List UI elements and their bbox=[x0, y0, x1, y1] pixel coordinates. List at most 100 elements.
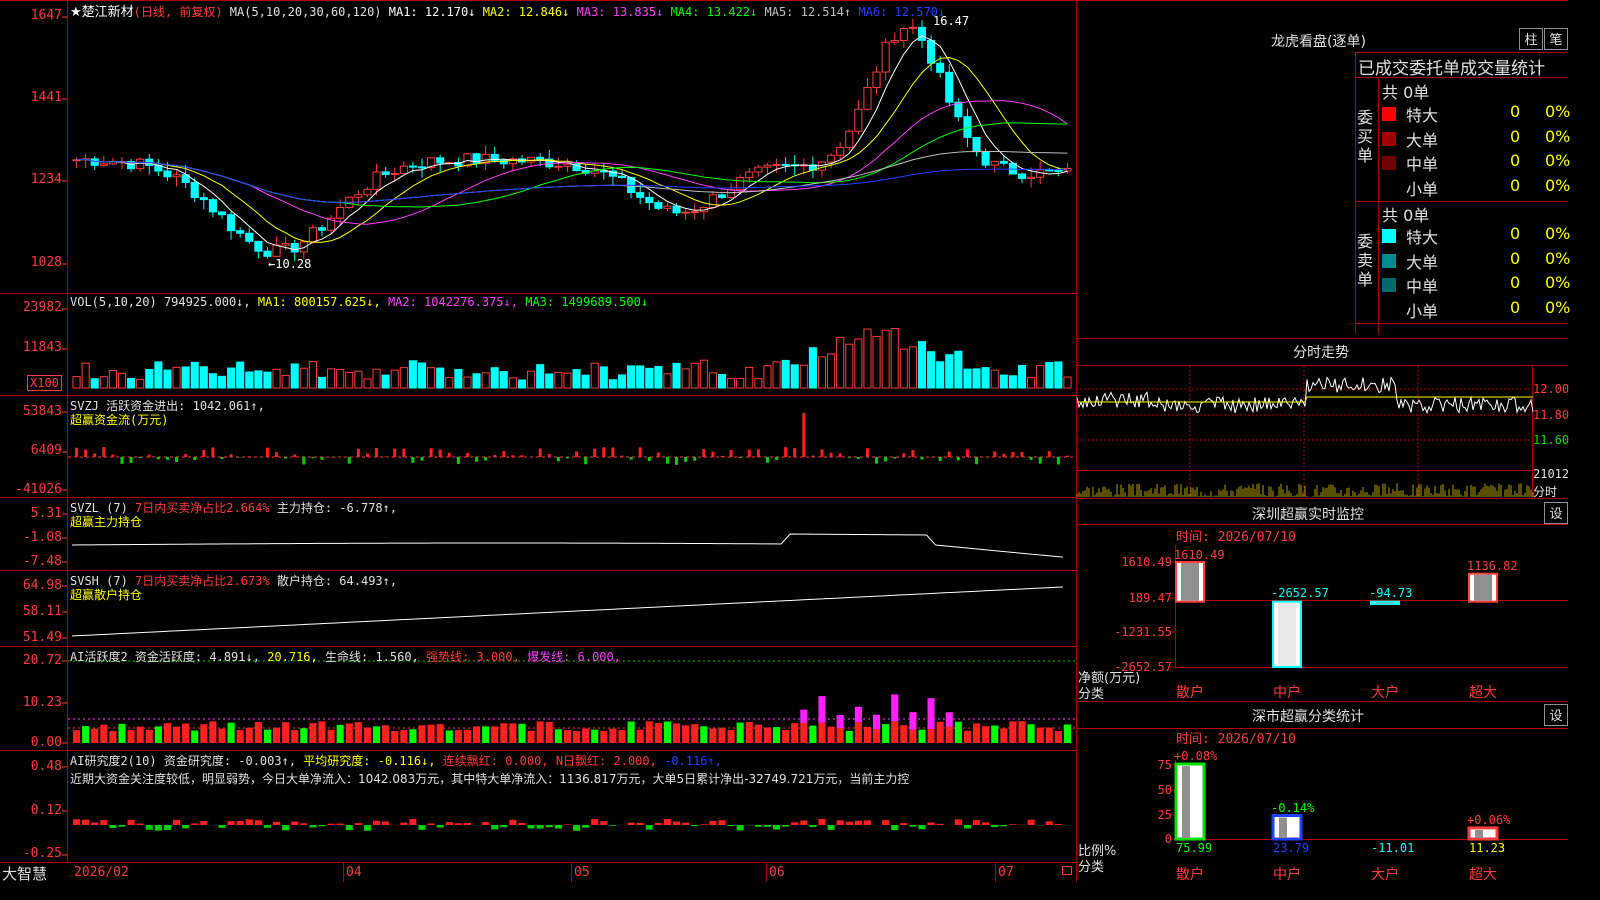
ai-research-comment: 近期大资金关注度较低，明显弱势，今日大单净流入：1042.083万元，其中特大单… bbox=[70, 772, 910, 786]
buy-count: 0 bbox=[1510, 102, 1521, 121]
buy-pct: 0% bbox=[1545, 175, 1571, 195]
ai-research-legend: AI研究度2(10) 资金研究度: -0.003↑, 平均研究度: -0.116… bbox=[70, 752, 722, 769]
sell-row: 小单 0 0% bbox=[1380, 297, 1571, 322]
svzl-tick-1: 5.31 bbox=[30, 506, 62, 521]
date-label-2: 04 bbox=[346, 865, 362, 880]
monitor-settings-button[interactable]: 设 bbox=[1544, 502, 1568, 524]
monitor-bar-shade bbox=[1278, 602, 1296, 666]
category-label: 散户 bbox=[1176, 867, 1204, 883]
buy-count: 0 bbox=[1510, 126, 1521, 146]
sell-pct: 0% bbox=[1545, 297, 1571, 317]
class-bar-shade bbox=[1279, 817, 1287, 838]
sell-name: 中单 bbox=[1406, 277, 1439, 296]
category-label: 中户 bbox=[1273, 867, 1301, 883]
ai-active-legend: AI活跃度2 资金活跃度: 4.891↓, 20.716, 生命线: 1.560… bbox=[70, 648, 621, 665]
tab-column[interactable]: 柱 bbox=[1519, 28, 1543, 50]
price-tick-1: 1647 bbox=[30, 8, 62, 23]
buy-name: 中单 bbox=[1406, 155, 1439, 174]
buy-swatch bbox=[1382, 156, 1396, 170]
date-label-4: 06 bbox=[769, 865, 785, 880]
class-top-label: +0.08% bbox=[1174, 749, 1218, 764]
monitor-bar-shade bbox=[1376, 602, 1394, 604]
ai-active-life: 生命线: 1.560, bbox=[325, 650, 419, 664]
buy-name: 小单 bbox=[1406, 179, 1439, 199]
buy-count: 0 bbox=[1510, 151, 1521, 170]
ma3-label: MA3: 13.835↓ bbox=[576, 5, 664, 19]
class-bottom-label: 11.23 bbox=[1469, 841, 1506, 855]
brand-label: 大智慧 bbox=[2, 865, 48, 883]
buy-row: 大单 0 0% bbox=[1380, 126, 1571, 151]
ai-research-avg: 平均研究度: -0.116↓, bbox=[303, 754, 436, 768]
svzj-tick-1: 53843 bbox=[22, 404, 62, 419]
ai-active-tick-2: 10.23 bbox=[22, 695, 62, 710]
price-tick-3: 1234 bbox=[30, 172, 62, 187]
intraday-tick-3: 11.60 bbox=[1533, 433, 1570, 447]
ai-active-value: 资金活跃度: 4.891↓, bbox=[134, 650, 260, 664]
monitor-time: 时间: 2026/07/10 bbox=[1176, 530, 1296, 545]
category-label: 超大 bbox=[1469, 867, 1497, 883]
class-x-caption: 分类 bbox=[1078, 860, 1105, 875]
buy-pct: 0% bbox=[1545, 126, 1571, 146]
svsh-tick-2: 58.11 bbox=[22, 604, 62, 619]
svsh-tick-1: 64.98 bbox=[22, 578, 62, 593]
category-label: 散户 bbox=[1176, 685, 1204, 701]
sell-count: 0 bbox=[1510, 297, 1521, 317]
vol-ma3: MA3: 1499689.500↓ bbox=[525, 295, 649, 309]
sell-row: 特大 0 0% bbox=[1380, 224, 1571, 248]
ma1-label: MA1: 12.170↓ bbox=[388, 5, 476, 19]
stock-name: ★楚江新材 bbox=[70, 5, 134, 20]
buy-name: 大单 bbox=[1406, 130, 1439, 150]
ma2-label: MA2: 12.846↓ bbox=[482, 5, 570, 19]
svzj-tick-3: -41026 bbox=[15, 482, 62, 497]
tab-pen[interactable]: 笔 bbox=[1544, 28, 1568, 50]
monitor-bar-shade bbox=[1181, 563, 1199, 601]
svzl-ratio: 7日内买卖净占比2.664% bbox=[135, 501, 270, 515]
sell-swatch bbox=[1382, 253, 1396, 268]
svsh-ratio: 7日内买卖净占比2.673% bbox=[135, 574, 270, 588]
class-top-label: +0.06% bbox=[1467, 812, 1511, 827]
ai-research-tick-2: 0.12 bbox=[30, 803, 62, 818]
ai-research-extra: -0.116↑, bbox=[664, 754, 722, 768]
ai-research-value: 资金研究度: -0.003↑, bbox=[163, 754, 297, 768]
buy-pct: 0% bbox=[1545, 151, 1571, 170]
class-bar-shade bbox=[1182, 766, 1190, 838]
ai-research-nred: N日飘红: 2.000, bbox=[555, 754, 657, 768]
class-tick-3: 25 bbox=[1157, 808, 1172, 822]
ai-research-red: 连续飘红: 0.000, bbox=[442, 754, 549, 768]
sell-swatch bbox=[1382, 229, 1396, 243]
longhu-title: 龙虎看盘(逐单) bbox=[1271, 34, 1366, 50]
sell-swatch bbox=[1382, 278, 1396, 292]
ai-research-title: AI研究度2(10) bbox=[70, 754, 157, 768]
date-label-3: 05 bbox=[574, 865, 590, 880]
monitor-bar-label: -94.73 bbox=[1369, 585, 1413, 600]
category-label: 中户 bbox=[1273, 685, 1301, 701]
intraday-title: 分时走势 bbox=[1293, 345, 1349, 361]
monitor-tick-1: 1610.49 bbox=[1121, 555, 1172, 569]
class-settings-button[interactable]: 设 bbox=[1544, 704, 1568, 726]
date-label-1: 2026/02 bbox=[74, 865, 129, 880]
vol-unit: X100 bbox=[27, 375, 62, 391]
ma5-label: MA5: 12.514↑ bbox=[764, 5, 852, 19]
monitor-bar-label: -2652.57 bbox=[1271, 585, 1329, 600]
date-label-5: 07 bbox=[998, 865, 1014, 880]
monitor-bar-label: 1610.49 bbox=[1174, 548, 1225, 562]
kline-panel[interactable] bbox=[68, 0, 1076, 293]
ai-research-tick-1: 0.48 bbox=[30, 759, 62, 774]
sell-count: 0 bbox=[1510, 273, 1521, 292]
ai-active-tick-1: 20.72 bbox=[22, 653, 62, 668]
lock-icon[interactable] bbox=[1062, 866, 1072, 875]
sell-name: 特大 bbox=[1406, 228, 1439, 247]
buy-swatch bbox=[1382, 131, 1396, 146]
category-label: 大户 bbox=[1371, 685, 1399, 701]
monitor-bar-shade bbox=[1474, 574, 1492, 601]
buy-row: 小单 0 0% bbox=[1380, 175, 1571, 200]
sell-pct: 0% bbox=[1545, 248, 1571, 268]
vol-title: VOL(5,10,20) bbox=[70, 295, 157, 309]
ma4-label: MA4: 13.422↓ bbox=[670, 5, 758, 19]
sell-pct: 0% bbox=[1545, 224, 1571, 243]
svsh-tick-3: 51.49 bbox=[22, 630, 62, 645]
class-tick-4: 0 bbox=[1164, 832, 1172, 846]
ai-research-tick-3: -0.25 bbox=[22, 846, 62, 861]
ai-active-title: AI活跃度2 bbox=[70, 650, 128, 664]
intraday-tick-1: 12.00 bbox=[1533, 382, 1570, 396]
